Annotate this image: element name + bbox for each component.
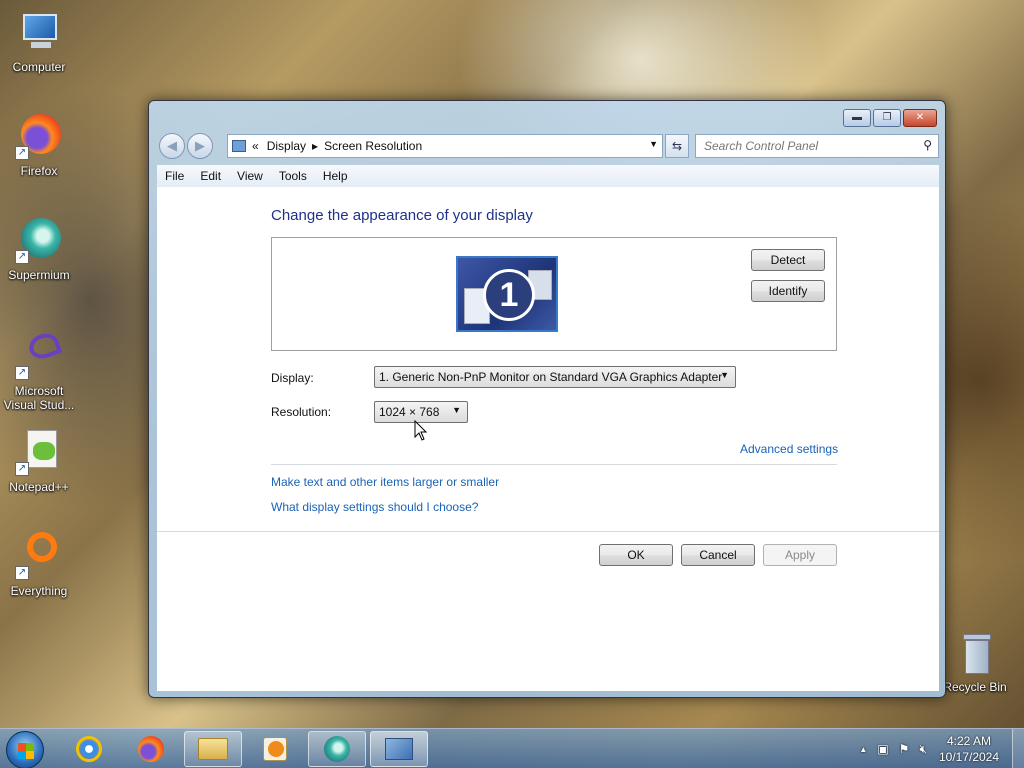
minimize-button[interactable]: ▬	[843, 109, 871, 127]
taskbar-file-explorer[interactable]	[184, 731, 242, 767]
windows-logo-icon	[18, 743, 34, 759]
advanced-settings-link[interactable]: Advanced settings	[740, 442, 838, 456]
shortcut-arrow-icon: ↗	[15, 566, 29, 580]
desktop-icon-firefox[interactable]: ↗ Firefox	[0, 112, 78, 178]
recycle-bin-icon	[951, 632, 999, 676]
address-bar[interactable]: « Display ▸ Screen Resolution ▼	[227, 134, 663, 158]
menu-view[interactable]: View	[229, 169, 271, 183]
breadcrumb-screen-resolution[interactable]: Screen Resolution	[324, 139, 422, 153]
window-controls: ▬ ❐ ✕	[841, 109, 937, 127]
desktop-icon-recycle-bin[interactable]: Recycle Bin	[936, 632, 1014, 694]
chevron-down-icon: ▼	[452, 405, 461, 415]
system-tray: ▲ ▣ ⚑ 🔇︎ 4:22 AM 10/17/2024	[854, 729, 1024, 768]
ok-button[interactable]: OK	[599, 544, 673, 566]
desktop-icon-label: Firefox	[20, 164, 58, 178]
taskbar-internet-explorer[interactable]	[60, 731, 118, 767]
shortcut-arrow-icon: ↗	[15, 146, 29, 160]
supermium-icon	[324, 736, 350, 762]
control-panel-icon	[385, 738, 413, 760]
shortcut-arrow-icon: ↗	[15, 462, 29, 476]
taskbar-firefox[interactable]	[122, 731, 180, 767]
divider	[271, 464, 837, 465]
desktop-icon-notepadpp[interactable]: ↗ Notepad++	[0, 428, 78, 494]
firefox-icon	[138, 736, 164, 762]
display-settings-help-link[interactable]: What display settings should I choose?	[271, 500, 478, 514]
mouse-cursor-icon	[414, 420, 428, 441]
taskbar: ▲ ▣ ⚑ 🔇︎ 4:22 AM 10/17/2024	[0, 728, 1024, 768]
monitor-1-thumbnail[interactable]: 1	[456, 256, 558, 332]
start-button[interactable]	[6, 731, 44, 768]
display-label: Display:	[271, 371, 314, 385]
desktop-icon-label: Microsoft Visual Stud...	[3, 384, 75, 412]
show-desktop-button[interactable]	[1012, 729, 1024, 768]
desktop-icon-label: Supermium	[8, 268, 70, 282]
display-icon	[232, 140, 246, 152]
breadcrumb-separator-icon[interactable]: ▸	[312, 139, 318, 153]
desktop-icon-computer[interactable]: Computer	[0, 8, 78, 74]
visual-studio-icon: ↗	[15, 329, 63, 380]
menu-edit[interactable]: Edit	[192, 169, 229, 183]
page-title: Change the appearance of your display	[271, 207, 533, 224]
desktop-icon-label: Notepad++	[9, 480, 69, 494]
forward-button[interactable]: ▶	[187, 133, 213, 159]
menu-bar: File Edit View Tools Help	[157, 165, 939, 187]
media-player-icon	[263, 737, 287, 761]
everything-icon: ↗	[15, 532, 63, 580]
resolution-select-value: 1024 × 768	[379, 405, 440, 419]
search-icon[interactable]: ⚲	[923, 138, 932, 152]
search-input[interactable]: Search Control Panel ⚲	[695, 134, 939, 158]
address-dropdown-icon[interactable]: ▼	[649, 139, 658, 149]
network-icon[interactable]: ▣	[877, 742, 888, 756]
action-center-flag-icon[interactable]: ⚑	[899, 742, 910, 756]
taskbar-control-panel[interactable]	[370, 731, 428, 767]
desktop-icon-supermium[interactable]: ↗ Supermium	[0, 216, 78, 282]
identify-button[interactable]: Identify	[751, 280, 825, 302]
show-hidden-icons-button[interactable]: ▲	[859, 745, 867, 754]
clock-time: 4:22 AM	[946, 734, 992, 748]
menu-help[interactable]: Help	[315, 169, 356, 183]
address-overflow-icon[interactable]: «	[252, 139, 259, 153]
display-select-value: 1. Generic Non-PnP Monitor on Standard V…	[379, 370, 723, 384]
computer-icon	[15, 8, 63, 56]
monitor-number: 1	[483, 269, 535, 321]
apply-button[interactable]: Apply	[763, 544, 837, 566]
desktop-icon-label: Everything	[10, 584, 68, 598]
desktop-icon-label: Recycle Bin	[943, 680, 1007, 694]
firefox-icon: ↗	[15, 112, 63, 160]
clock-date: 10/17/2024	[938, 750, 1000, 764]
content-pane: Change the appearance of your display 1 …	[157, 187, 939, 691]
chevron-down-icon: ▼	[720, 370, 729, 380]
cancel-button[interactable]: Cancel	[681, 544, 755, 566]
refresh-button[interactable]: ⇆	[665, 134, 689, 158]
menu-file[interactable]: File	[157, 169, 192, 183]
internet-explorer-icon	[76, 736, 102, 762]
breadcrumb-display[interactable]: Display	[267, 139, 306, 153]
taskbar-media-player[interactable]	[246, 731, 304, 767]
close-button[interactable]: ✕	[903, 109, 937, 127]
taskbar-supermium[interactable]	[308, 731, 366, 767]
display-select[interactable]: 1. Generic Non-PnP Monitor on Standard V…	[374, 366, 736, 388]
volume-muted-icon[interactable]: 🔇︎	[919, 742, 927, 757]
search-placeholder: Search Control Panel	[704, 139, 819, 153]
menu-tools[interactable]: Tools	[271, 169, 315, 183]
shortcut-arrow-icon: ↗	[15, 250, 29, 264]
text-size-link[interactable]: Make text and other items larger or smal…	[271, 475, 499, 489]
desktop-icon-everything[interactable]: ↗ Everything	[0, 532, 78, 598]
supermium-icon: ↗	[15, 216, 63, 264]
monitor-preview-area: 1 Detect Identify	[271, 237, 837, 351]
notepadpp-icon: ↗	[15, 428, 63, 476]
clock[interactable]: 4:22 AM 10/17/2024	[932, 733, 1006, 765]
desktop-icon-visual-studio[interactable]: ↗ Microsoft Visual Stud...	[0, 329, 78, 412]
folder-icon	[198, 738, 228, 760]
resolution-label: Resolution:	[271, 405, 332, 419]
detect-button[interactable]: Detect	[751, 249, 825, 271]
desktop-icon-label: Computer	[12, 60, 66, 74]
divider	[157, 531, 939, 532]
shortcut-arrow-icon: ↗	[15, 366, 29, 380]
maximize-button[interactable]: ❐	[873, 109, 901, 127]
screen-resolution-window: ▬ ❐ ✕ ◀ ▶ « Display ▸ Screen Resolution …	[148, 100, 946, 698]
back-button[interactable]: ◀	[159, 133, 185, 159]
